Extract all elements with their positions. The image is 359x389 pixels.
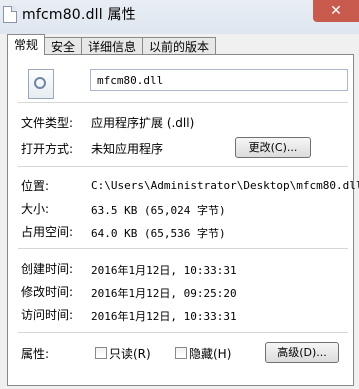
open-with-value: 未知应用程序 [91,142,164,156]
readonly-checkbox[interactable] [95,347,107,359]
divider [18,166,348,167]
location-label: 位置: [21,179,50,193]
tab-general[interactable]: 常规 [7,34,46,55]
location-value: C:\Users\Administrator\Desktop\mfcm80.dl… [91,179,359,192]
tab-security[interactable]: 安全 [44,37,83,55]
modified-label: 修改时间: [21,285,74,299]
size-value: 63.5 KB (65,024 字节) [91,204,226,217]
hidden-checkbox[interactable] [175,347,187,359]
file-icon [3,6,17,23]
title-bar: mfcm80.dll 属性 ✕ [0,0,359,34]
created-value: 2016年1月12日, 10:33:31 [91,264,237,277]
size-on-disk-value: 64.0 KB (65,536 字节) [91,227,226,240]
advanced-button[interactable]: 高级(D)... [265,342,339,363]
modified-value: 2016年1月12日, 09:25:20 [91,287,237,300]
readonly-label[interactable]: 只读(R) [109,345,151,362]
open-with-label: 打开方式: [21,142,74,156]
tab-details[interactable]: 详细信息 [81,37,144,55]
hidden-label[interactable]: 隐藏(H) [189,345,231,362]
tab-previous-versions[interactable]: 以前的版本 [142,37,217,55]
tab-strip: 常规 安全 详细信息 以前的版本 [7,34,217,55]
created-label: 创建时间: [21,262,74,276]
close-button[interactable]: ✕ [313,0,359,22]
dll-file-icon [28,69,54,99]
divider [18,248,348,249]
divider [18,102,348,103]
file-name-input[interactable] [90,69,348,91]
general-panel: 文件类型: 应用程序扩展 (.dll) 打开方式: 未知应用程序 更改(C)..… [7,54,359,386]
file-type-value: 应用程序扩展 (.dll) [91,116,195,130]
window-title: mfcm80.dll 属性 [22,7,136,23]
accessed-label: 访问时间: [21,308,74,322]
attributes-label: 属性: [21,347,50,361]
divider [18,332,348,333]
file-type-label: 文件类型: [21,116,74,130]
size-label: 大小: [21,202,50,216]
change-button[interactable]: 更改(C)... [235,137,311,158]
size-on-disk-label: 占用空间: [21,225,74,239]
accessed-value: 2016年1月12日, 10:33:31 [91,310,237,323]
